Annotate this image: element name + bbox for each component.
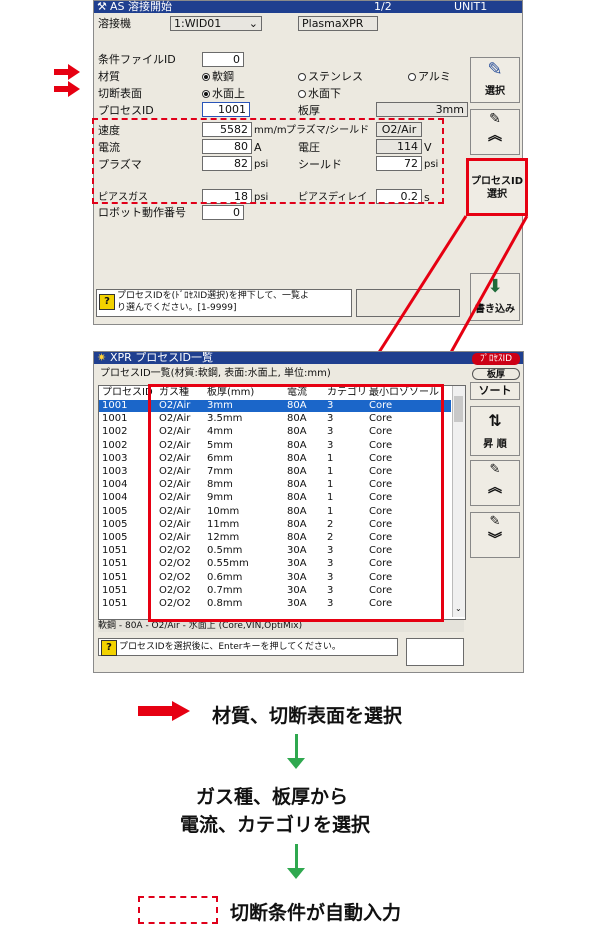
pencil-icon: ✎ (489, 514, 501, 529)
table-cell: 1005 (102, 505, 128, 517)
sort-ascending-icon: ⇅ (488, 411, 502, 430)
table-cell: 1051 (102, 571, 128, 583)
list-subtitle: プロセスID一覧(材質:軟鋼, 表面:水面上, 単位:mm) (100, 368, 331, 379)
ascending-button-label: 昇 順 (483, 439, 507, 450)
flow-step-2-line-1: ガス種、板厚から (196, 786, 349, 808)
process-id-badge: ﾌﾟﾛｾｽID (472, 353, 520, 365)
flow-step-3: 切断条件が自動入力 (230, 902, 402, 924)
table-cell: 1051 (102, 558, 128, 570)
status-message: ? プロセスIDを選択後に、Enterキーを押してください。 (98, 638, 398, 656)
table-cell: 1005 (102, 532, 128, 543)
status-text: プロセスIDを選択後に、Enterキーを押してください。 (119, 642, 341, 652)
table-cell: 1003 (102, 452, 128, 464)
arrow-down-icon (287, 758, 305, 769)
table-cell: 1002 (102, 439, 128, 451)
chevron-up-icon: ︽ (488, 480, 502, 496)
sort-button[interactable]: ソート (470, 382, 520, 400)
flow-step-1: 材質、切断表面を選択 (212, 705, 403, 727)
window-titlebar: ✷ XPR プロセスID一覧 (94, 352, 523, 364)
app-icon: ✷ (97, 351, 107, 364)
table-cell: 1051 (102, 598, 128, 609)
table-cell: 1001 (102, 413, 128, 425)
page-up-button[interactable]: ✎ ︽ (470, 460, 520, 506)
table-cell: 1051 (102, 584, 128, 596)
flow-step-2-line-2: 電流、カテゴリを選択 (180, 814, 371, 836)
window-title: XPR プロセスID一覧 (110, 351, 214, 364)
arrow-right-icon (172, 701, 190, 721)
pencil-icon: ✎ (489, 462, 501, 477)
table-cell: 1002 (102, 426, 128, 438)
table-cell: 1004 (102, 492, 128, 504)
page-down-button[interactable]: ✎ ︾ (470, 512, 520, 558)
list-highlight (148, 384, 444, 622)
table-cell: 1001 (102, 400, 128, 411)
table-cell: 1003 (102, 466, 128, 477)
list-scrollbar[interactable]: ⌄ (452, 386, 465, 617)
chevron-down-icon: ︾ (488, 532, 502, 548)
legend-dashed-box (138, 896, 218, 924)
table-cell: 1051 (102, 545, 128, 557)
chevron-down-icon[interactable]: ⌄ (455, 604, 462, 613)
thickness-tab[interactable]: 板厚 (472, 368, 520, 380)
table-cell: 1005 (102, 518, 128, 530)
status-aux-box (406, 638, 464, 666)
help-icon: ? (101, 640, 117, 656)
col-process-id[interactable]: プロセスID (102, 387, 153, 399)
ascending-button[interactable]: ⇅ 昇 順 (470, 406, 520, 456)
arrow-down-icon (287, 868, 305, 879)
table-cell: 1004 (102, 479, 128, 491)
scrollbar-thumb[interactable] (454, 396, 463, 422)
